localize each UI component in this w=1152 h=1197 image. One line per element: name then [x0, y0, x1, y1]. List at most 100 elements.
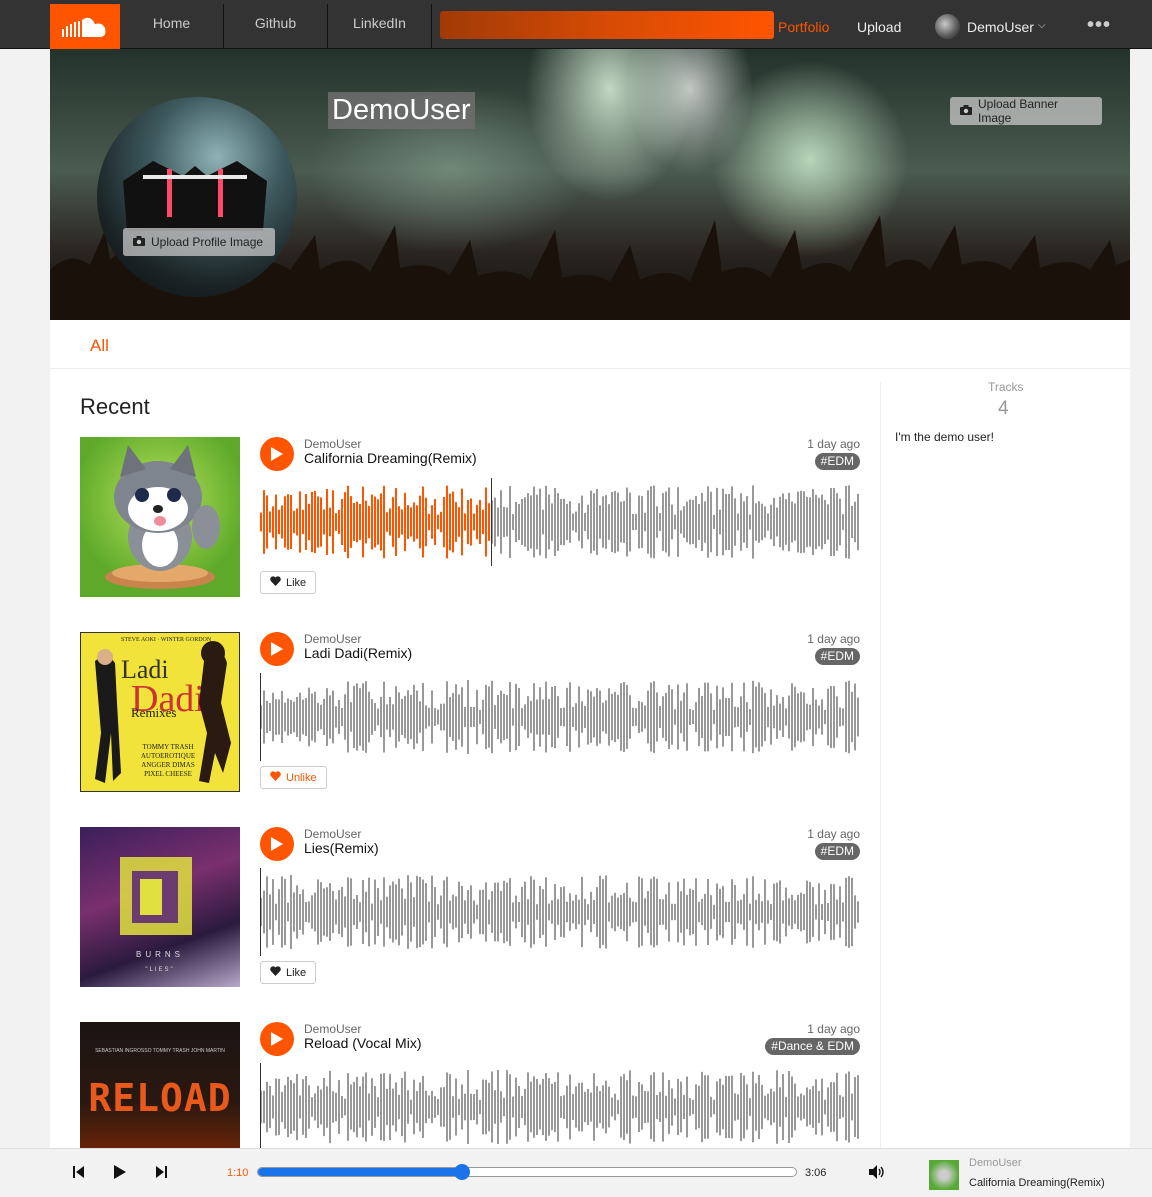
waveform-bar — [536, 699, 538, 735]
progress-handle[interactable] — [454, 1164, 471, 1180]
nav-home-link[interactable]: Home — [120, 4, 224, 49]
waveform-bar — [794, 1083, 796, 1131]
play-icon[interactable] — [113, 1165, 126, 1184]
waveform-bar — [278, 509, 280, 535]
skip-back-icon[interactable] — [73, 1165, 85, 1184]
waveform-bar — [452, 491, 454, 553]
waveform-bar — [410, 507, 412, 537]
waveform-bar — [719, 1078, 721, 1136]
skip-forward-icon[interactable] — [155, 1165, 167, 1184]
waveform-bar — [599, 505, 601, 539]
waveform-bar — [836, 1072, 838, 1142]
track-tag[interactable]: #EDM — [814, 453, 860, 470]
waveform-bar — [632, 707, 634, 727]
upload-profile-image-button[interactable]: Upload Profile Image — [123, 228, 275, 256]
waveform-bar — [287, 1076, 289, 1138]
track-waveform[interactable] — [260, 478, 860, 566]
waveform-bar — [824, 499, 826, 545]
waveform-bar — [686, 683, 688, 751]
waveform-bar — [434, 499, 436, 545]
waveform-bar — [383, 877, 385, 947]
track-artwork[interactable]: STEVE AOKI · WINTER GORDON Ladi Dadi Rem… — [80, 632, 240, 792]
waveform-bar — [422, 1076, 424, 1138]
now-playing-artist[interactable]: DemoUser — [969, 1157, 1022, 1169]
track-title[interactable]: Reload (Vocal Mix) — [304, 1035, 422, 1051]
waveform-bar — [575, 1086, 577, 1128]
track-title[interactable]: Lies(Remix) — [304, 840, 379, 856]
like-button[interactable]: Like — [260, 961, 317, 984]
waveform-bar — [302, 889, 304, 935]
track-tag[interactable]: #Dance & EDM — [765, 1038, 860, 1055]
play-button[interactable] — [260, 632, 294, 666]
waveform-bar — [728, 1075, 730, 1139]
waveform-bar — [686, 1076, 688, 1138]
track-waveform[interactable] — [260, 1063, 860, 1149]
more-menu-icon[interactable]: ••• — [1087, 14, 1111, 37]
waveform-bar — [293, 1083, 295, 1131]
track-artwork[interactable] — [80, 437, 240, 597]
waveform-bar — [560, 1096, 562, 1118]
track-artist[interactable]: DemoUser — [304, 437, 361, 451]
track-tag[interactable]: #EDM — [814, 648, 860, 665]
track-artist[interactable]: DemoUser — [304, 1022, 361, 1036]
play-button[interactable] — [260, 437, 294, 471]
waveform-bar — [269, 1085, 271, 1129]
waveform-bar — [512, 902, 514, 922]
waveform-bar — [431, 690, 433, 744]
waveform-bar — [554, 883, 556, 941]
chevron-down-icon[interactable]: ⌵ — [1038, 20, 1046, 31]
volume-icon[interactable] — [869, 1165, 885, 1184]
nav-github-link[interactable]: Github — [224, 4, 328, 49]
upload-banner-image-button[interactable]: Upload Banner Image — [950, 97, 1102, 125]
waveform-bar — [437, 709, 439, 725]
track-title[interactable]: Ladi Dadi(Remix) — [304, 645, 412, 661]
waveform-bar — [776, 882, 778, 942]
waveform-bar — [308, 1085, 310, 1129]
waveform-bar — [287, 902, 289, 922]
nav-username[interactable]: DemoUser — [967, 19, 1034, 35]
tab-all[interactable]: All — [90, 336, 109, 356]
now-playing-title[interactable]: California Dreaming(Remix) — [969, 1177, 1105, 1189]
artwork-artist-text: BURNS — [135, 950, 184, 959]
progress-bar[interactable] — [257, 1167, 797, 1177]
search-bar[interactable] — [440, 11, 774, 39]
play-button[interactable] — [260, 1022, 294, 1056]
waveform-bar — [722, 687, 724, 747]
track-artwork[interactable]: SEBASTIAN INGROSSO TOMMY TRASH JOHN MART… — [80, 1022, 240, 1149]
track-artist[interactable]: DemoUser — [304, 827, 361, 841]
waveform-bar — [428, 1095, 430, 1119]
waveform-bar — [353, 898, 355, 926]
waveform-bar — [593, 696, 595, 738]
waveform-bar — [275, 699, 277, 735]
waveform-bar — [398, 1094, 400, 1120]
now-playing-artwork[interactable] — [929, 1160, 959, 1190]
waveform-bar — [545, 1073, 547, 1141]
waveform-bar — [695, 878, 697, 946]
waveform-bar — [635, 708, 637, 726]
waveform-bar — [641, 1084, 643, 1130]
unlike-button[interactable]: Unlike — [260, 766, 327, 789]
nav-portfolio-link[interactable]: Portfolio — [778, 19, 829, 35]
soundcloud-logo-icon[interactable] — [50, 4, 120, 49]
track-tag[interactable]: #EDM — [814, 843, 860, 860]
waveform-bar — [656, 1095, 658, 1119]
waveform-bar — [557, 899, 559, 925]
profile-username: DemoUser — [328, 92, 475, 129]
track-artist[interactable]: DemoUser — [304, 632, 361, 646]
play-button[interactable] — [260, 827, 294, 861]
track-title[interactable]: California Dreaming(Remix) — [304, 450, 477, 466]
like-button[interactable]: Like — [260, 571, 317, 594]
track-artwork[interactable]: BURNS "LIES" — [80, 827, 240, 987]
waveform-bar — [440, 703, 442, 731]
user-avatar[interactable] — [935, 14, 960, 39]
waveform-bar — [506, 695, 508, 739]
waveform-bar — [470, 706, 472, 728]
nav-upload-link[interactable]: Upload — [857, 19, 901, 35]
waveform-bar — [773, 883, 775, 941]
waveform-bar — [845, 485, 847, 559]
track-waveform[interactable] — [260, 868, 860, 956]
waveform-bar — [512, 708, 514, 726]
track-waveform[interactable] — [260, 673, 860, 761]
nav-linkedin-link[interactable]: LinkedIn — [328, 4, 432, 49]
waveform-bar — [359, 688, 361, 746]
